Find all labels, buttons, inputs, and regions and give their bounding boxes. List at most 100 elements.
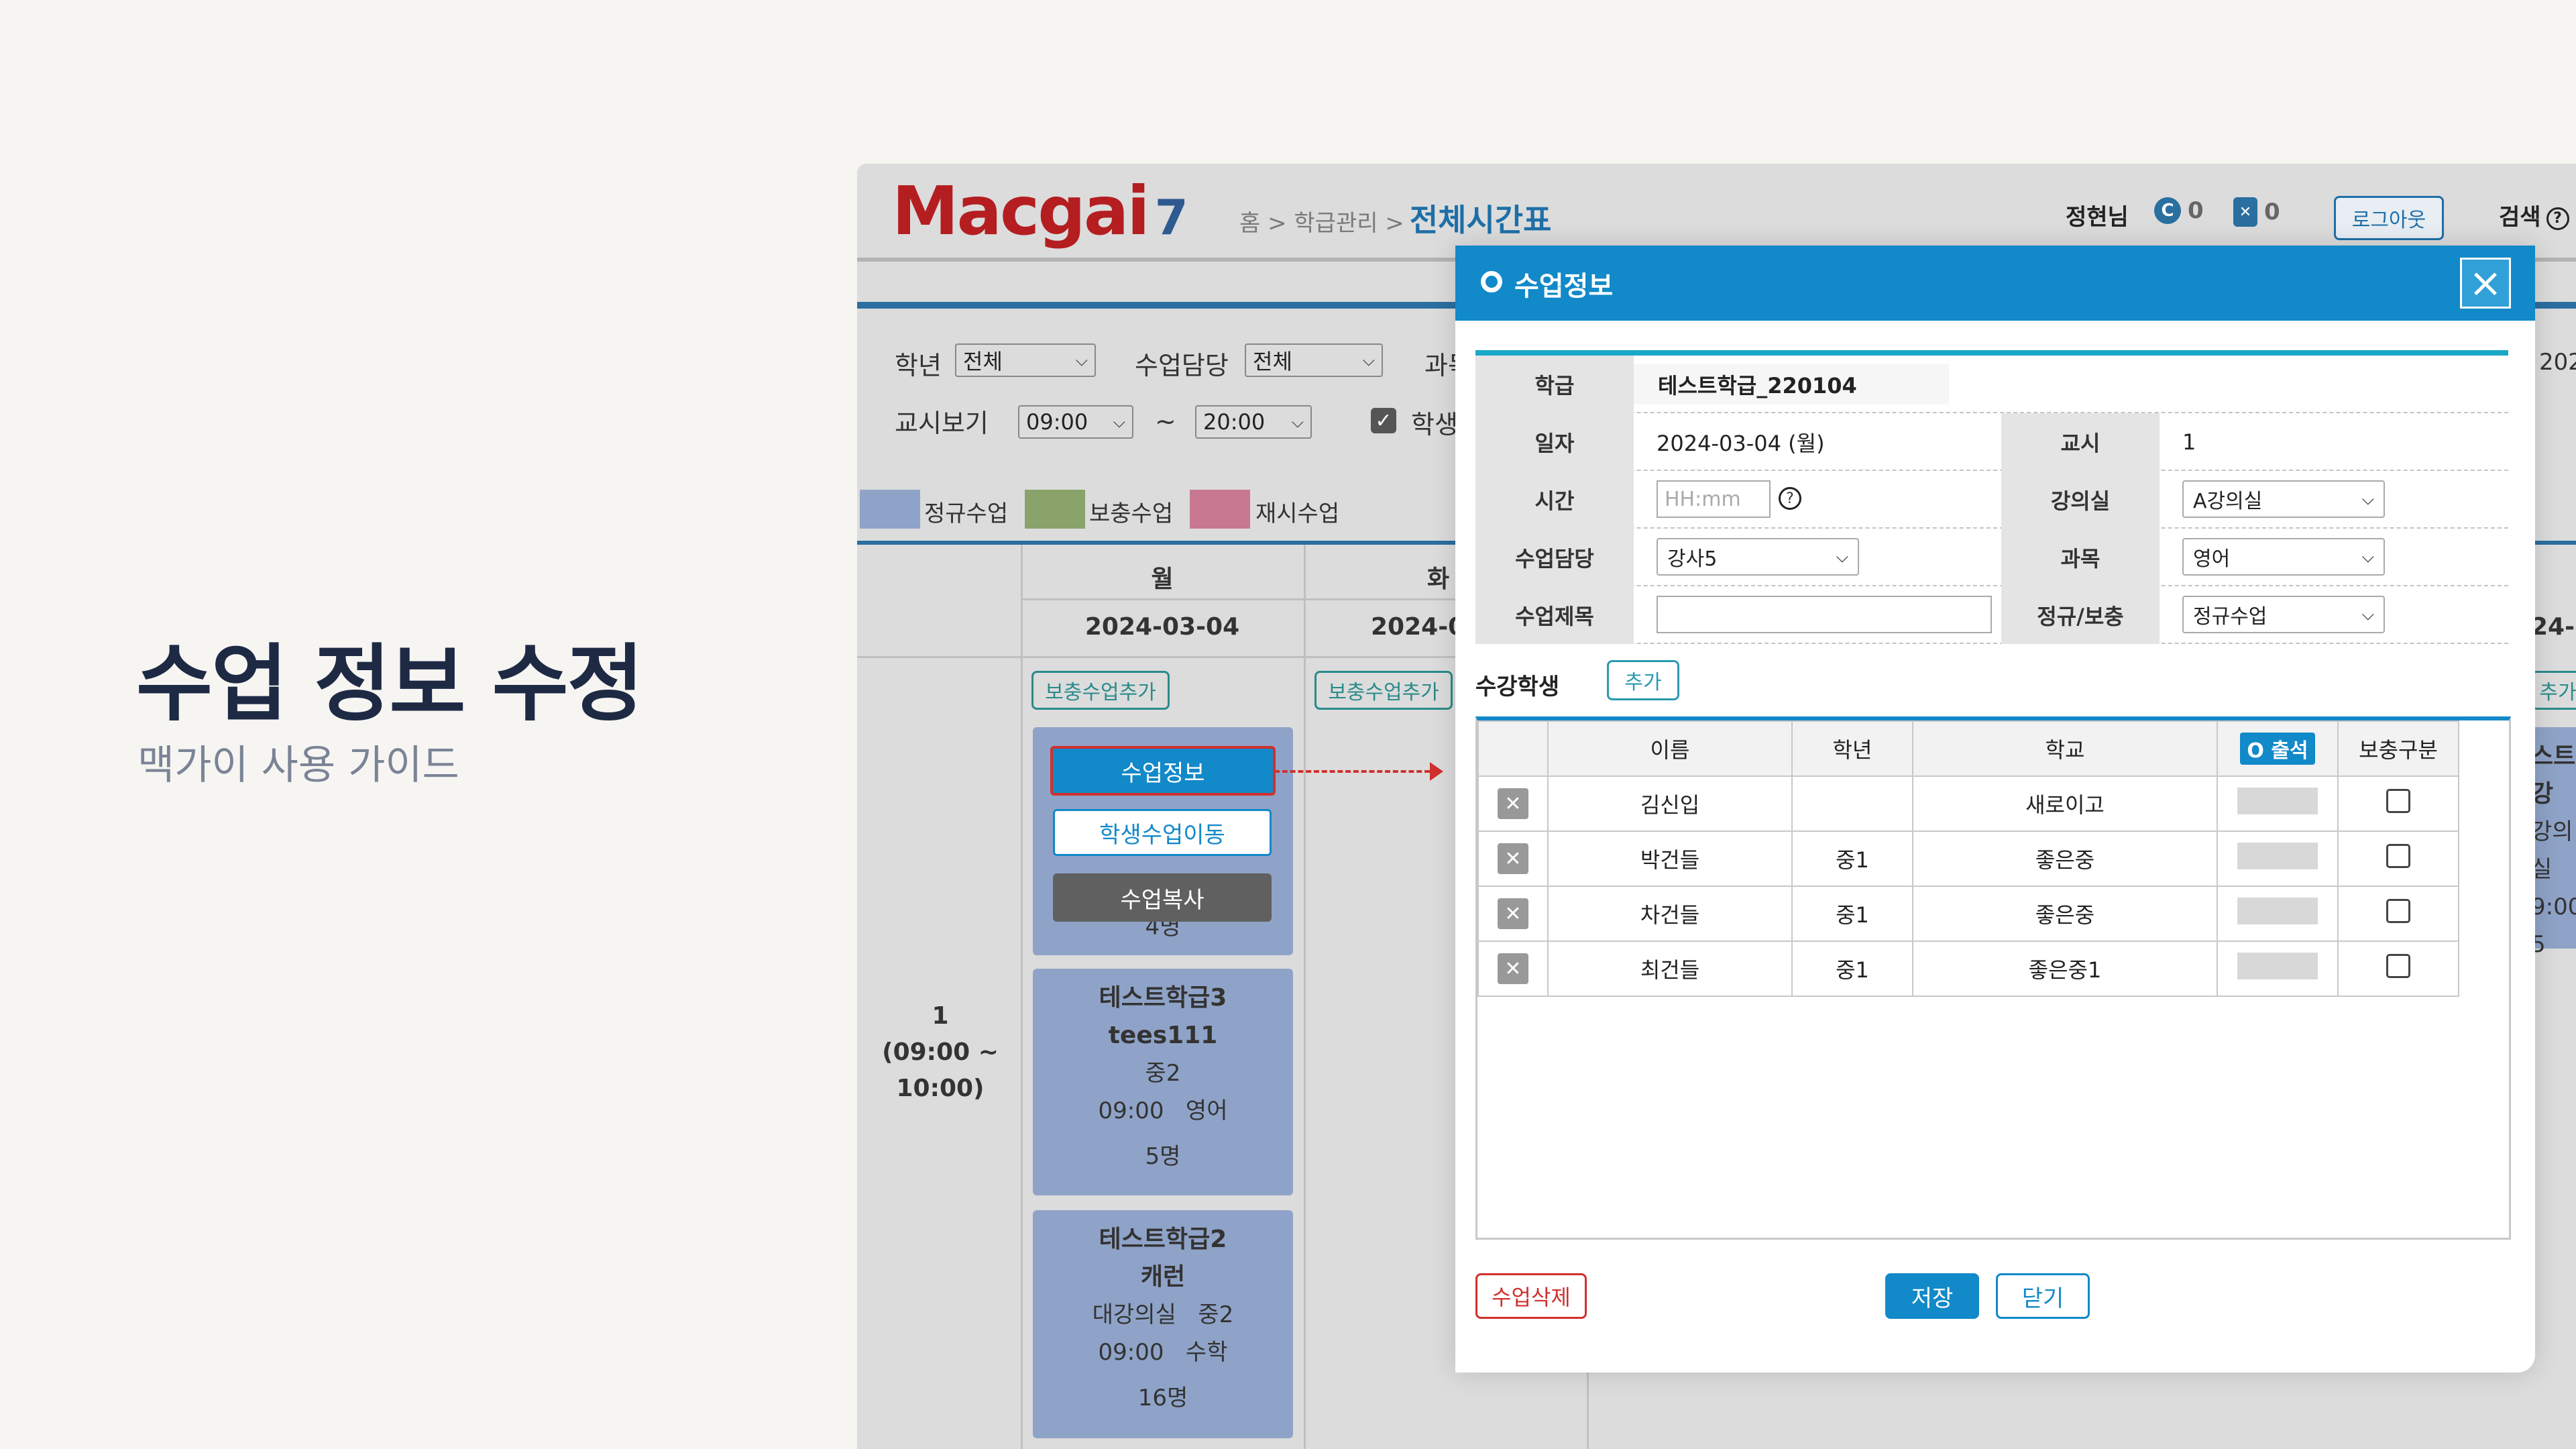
- delete-class-button[interactable]: 수업삭제: [1475, 1273, 1587, 1319]
- table-header-row: 이름 학년 학교 O 출석 보충구분: [1477, 720, 2459, 777]
- subject-label: 과목: [2001, 529, 2160, 586]
- page-title: 전체시간표: [1409, 202, 1552, 238]
- add-supplement-button[interactable]: 보충수업추가: [1314, 671, 1453, 710]
- card-title: 스트: [2531, 743, 2576, 770]
- student-grade: 중1: [1791, 941, 1913, 997]
- grade-column-header: 학년: [1791, 720, 1913, 777]
- message-counter[interactable]: C0: [2154, 197, 2204, 224]
- chevron-down-icon: ⌵: [2361, 547, 2374, 566]
- card-room-grade: 대강의실 중2: [1092, 1301, 1234, 1328]
- date-label: 일자: [1475, 413, 1634, 471]
- room-label: 강의실: [2001, 471, 2160, 529]
- save-button[interactable]: 저장: [1885, 1273, 1979, 1319]
- circle-icon: [1481, 271, 1502, 292]
- grid-divider: [1304, 545, 1306, 1449]
- form-row-teacher: 수업담당 강사5 ⌵ 과목 영어 ⌵: [1475, 529, 2508, 586]
- attendance-toggle[interactable]: [2237, 898, 2318, 924]
- notification-counter[interactable]: ✕ 0: [2233, 197, 2280, 227]
- student-grade: [1791, 775, 1913, 832]
- card-room: 강의실: [2531, 818, 2573, 883]
- remove-student-icon[interactable]: ✕: [1498, 843, 1528, 874]
- supplement-column-header: 보충구분: [2337, 720, 2459, 777]
- student-school: 좋은중: [1912, 830, 2218, 887]
- period-view-label: 교시보기: [895, 409, 989, 438]
- grid-divider: [857, 656, 1528, 658]
- card-count: 5: [2531, 931, 2546, 958]
- supplement-checkbox[interactable]: [2386, 954, 2410, 978]
- subject-select[interactable]: 영어 ⌵: [2182, 538, 2385, 576]
- grade-filter-select[interactable]: 전체 ⌵: [955, 343, 1096, 377]
- help-icon[interactable]: ?: [1779, 487, 1801, 510]
- student-name: 최건들: [1547, 941, 1793, 997]
- message-icon: C: [2154, 197, 2181, 224]
- legend-label-retest: 재시수업: [1255, 500, 1340, 527]
- student-filter-label: 학생: [1411, 410, 1458, 439]
- supplement-checkbox[interactable]: [2386, 899, 2410, 923]
- attendance-toggle[interactable]: [2237, 953, 2318, 979]
- period-from-select[interactable]: 09:00 ⌵: [1018, 405, 1133, 439]
- guide-subtitle: 맥가이 사용 가이드: [137, 742, 459, 789]
- pointer-arrow-line: [1274, 770, 1430, 773]
- time-input[interactable]: HH:mm: [1657, 480, 1771, 518]
- period-label: 교시: [2001, 413, 2160, 471]
- close-button[interactable]: 닫기: [1996, 1273, 2090, 1319]
- close-icon[interactable]: ×: [2460, 258, 2511, 309]
- card-time-subject: 09:00 수학: [1098, 1339, 1228, 1366]
- attendance-toggle[interactable]: [2237, 788, 2318, 814]
- legend-swatch-regular: [860, 490, 920, 529]
- class-info-menu-item[interactable]: 수업정보: [1050, 746, 1276, 796]
- room-select[interactable]: A강의실 ⌵: [2182, 480, 2385, 518]
- breadcrumb-path[interactable]: 홈 > 학급관리 >: [1239, 210, 1404, 237]
- teacher-select[interactable]: 강사5 ⌵: [1657, 538, 1859, 576]
- card-time-subject: 09:00 영어: [1098, 1097, 1228, 1124]
- form-row-class: 학급 테스트학급_220104: [1475, 356, 2508, 413]
- remove-student-icon[interactable]: ✕: [1498, 898, 1528, 929]
- grade-filter-label: 학년: [895, 351, 942, 380]
- enrolled-students-label: 수강학생: [1475, 674, 1560, 700]
- period-value: 1: [2182, 429, 2196, 455]
- supplement-checkbox[interactable]: [2386, 789, 2410, 813]
- attendance-toggle[interactable]: [2237, 843, 2318, 869]
- class-card[interactable]: 테스트학급2 캐런 대강의실 중2 09:00 수학 16명: [1033, 1210, 1293, 1438]
- attendance-column-header[interactable]: O 출석: [2217, 720, 2339, 777]
- card-teacher: tees111: [1108, 1022, 1218, 1049]
- date-value: 2024-03-04 (월): [1657, 431, 1825, 456]
- copy-class-menu-item[interactable]: 수업복사: [1053, 873, 1272, 922]
- class-value: 테스트학급_220104: [1634, 364, 1949, 405]
- modal-header: 수업정보 ×: [1455, 246, 2535, 321]
- add-supplement-button[interactable]: 보충수업추가: [1031, 671, 1170, 710]
- right-date-partial: 202: [2539, 349, 2576, 376]
- search-link[interactable]: 검색?: [2499, 199, 2569, 231]
- school-column-header: 학교: [1912, 720, 2218, 777]
- remove-student-icon[interactable]: ✕: [1498, 788, 1528, 819]
- add-student-button[interactable]: 추가: [1607, 660, 1679, 700]
- student-school: 새로이고: [1912, 775, 2218, 832]
- class-card[interactable]: 스트 강 강의실 9:00 5: [2531, 727, 2576, 958]
- teacher-label: 수업담당: [1475, 529, 1634, 586]
- class-type-select[interactable]: 정규수업 ⌵: [2182, 596, 2385, 633]
- supplement-checkbox[interactable]: [2386, 844, 2410, 868]
- period-to-select[interactable]: 20:00 ⌵: [1195, 405, 1312, 439]
- student-checkbox[interactable]: ✓: [1371, 408, 1396, 433]
- teacher-filter-select[interactable]: 전체 ⌵: [1245, 343, 1383, 377]
- remove-student-icon[interactable]: ✕: [1498, 953, 1528, 984]
- modal-title: 수업정보: [1514, 271, 1614, 302]
- class-card[interactable]: 테스트학급3 tees111 중2 09:00 영어 5명: [1033, 969, 1293, 1195]
- breadcrumb: 홈 > 학급관리 > 전체시간표: [1239, 196, 1551, 240]
- student-name: 차건들: [1547, 885, 1793, 942]
- legend-label-regular: 정규수업: [924, 500, 1009, 527]
- chevron-down-icon: ⌵: [2361, 605, 2374, 624]
- badge-icon: ✕: [2233, 197, 2257, 227]
- student-name: 김신입: [1547, 775, 1793, 832]
- class-title-input[interactable]: [1657, 596, 1992, 633]
- card-count: 16명: [1137, 1385, 1188, 1411]
- logout-button[interactable]: 로그아웃: [2334, 196, 2444, 240]
- tilde: ~: [1155, 407, 1176, 436]
- card-grade: 중2: [1145, 1060, 1181, 1087]
- add-supplement-button[interactable]: 추가: [2531, 671, 2576, 710]
- app-logo[interactable]: Macgai 7: [892, 172, 1188, 250]
- chevron-down-icon: ⌵: [1113, 413, 1125, 431]
- class-type-label: 정규/보충: [2001, 586, 2160, 644]
- move-student-menu-item[interactable]: 학생수업이동: [1053, 809, 1272, 856]
- table-row: ✕ 차건들 중1 좋은중: [1477, 885, 2459, 942]
